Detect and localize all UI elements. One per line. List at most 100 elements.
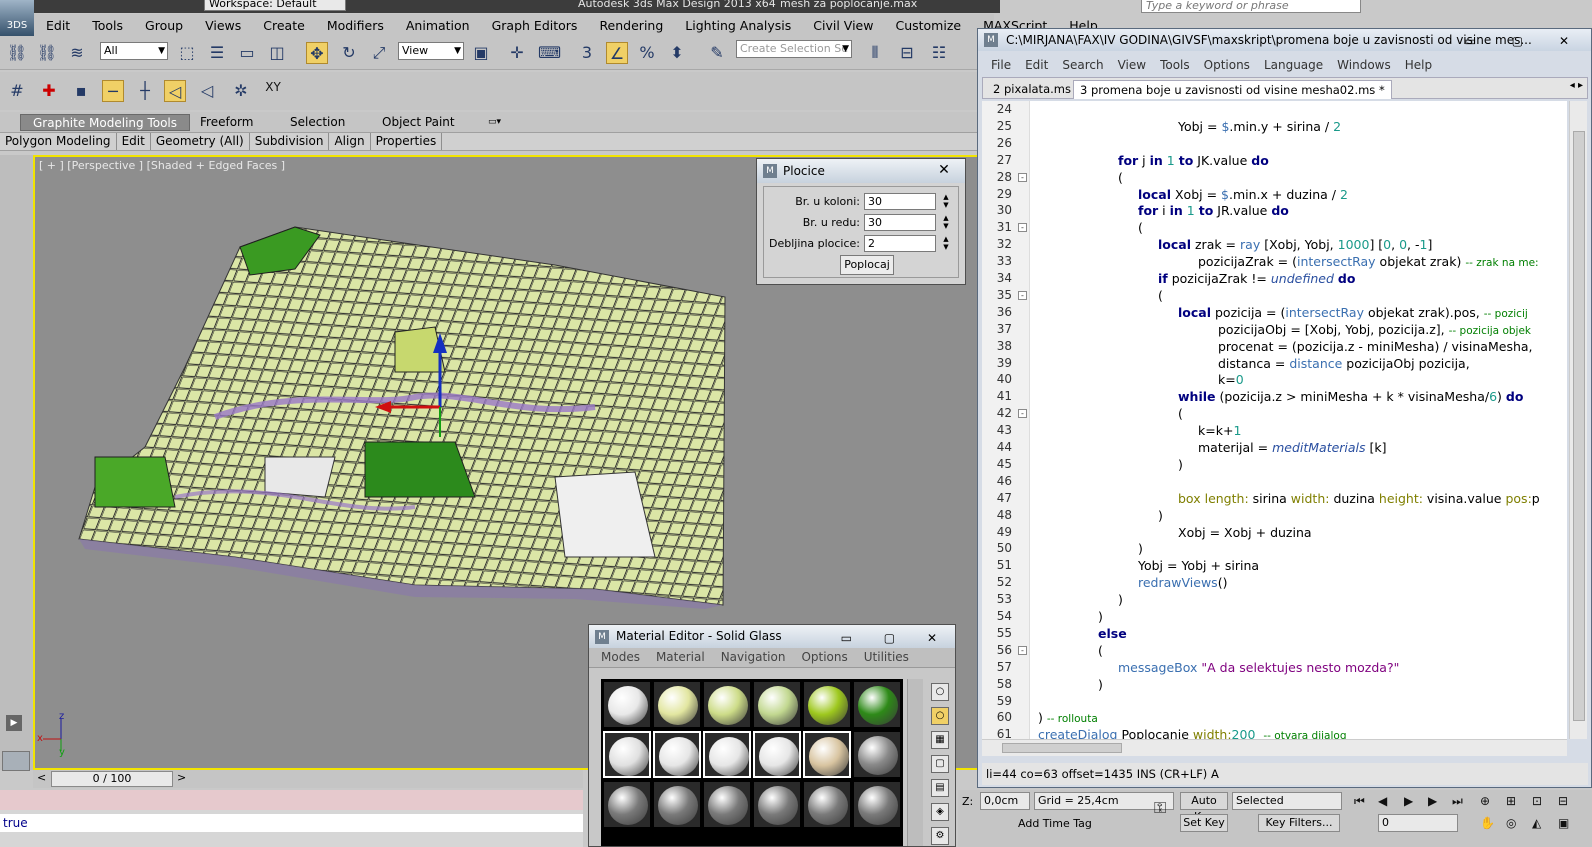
- spinner-icon[interactable]: ▲ ▼: [940, 193, 952, 210]
- next-frame-icon[interactable]: ▶: [1428, 794, 1437, 808]
- viewport-nav-icon[interactable]: [2, 751, 30, 771]
- debljina-plocice-input[interactable]: 2: [864, 235, 936, 252]
- select-and-move-icon[interactable]: ✥: [306, 42, 328, 64]
- pan-icon[interactable]: ✋: [1480, 816, 1495, 830]
- code-line[interactable]: 40 k=0: [982, 371, 1567, 388]
- code-line[interactable]: 46: [982, 473, 1567, 490]
- tab-pixalata[interactable]: 2 pixalata.ms: [987, 80, 1077, 98]
- menu-edit[interactable]: Edit: [34, 18, 80, 33]
- menu-options[interactable]: Options: [793, 648, 855, 667]
- code-line[interactable]: 29 local Xobj = $.min.x + duzina / 2: [982, 186, 1567, 203]
- select-and-rotate-icon[interactable]: ↻: [338, 42, 360, 64]
- goto-end-icon[interactable]: ⏭: [1452, 794, 1463, 809]
- menu-tools[interactable]: Tools: [1153, 55, 1197, 75]
- code-line[interactable]: 30 for i in 1 to JR.value do: [982, 202, 1567, 219]
- select-and-manipulate-icon[interactable]: ✛: [506, 42, 528, 64]
- midpoint-snap-icon[interactable]: ┼: [134, 80, 156, 102]
- maximize-viewport-icon[interactable]: ▣: [1558, 816, 1569, 830]
- menu-views[interactable]: Views: [193, 18, 251, 33]
- material-editor-title-bar[interactable]: M Material Editor - Solid Glass ▭ ▢ ✕: [589, 625, 955, 648]
- material-slot[interactable]: [753, 781, 801, 828]
- material-slot[interactable]: [803, 731, 851, 778]
- workspace-dropdown[interactable]: Workspace: Default: [204, 0, 346, 11]
- code-line[interactable]: 37 pozicijaObj = [Xobj, Yobj, pozicija.z]…: [982, 321, 1567, 338]
- code-line[interactable]: 52 redrawViews(): [982, 574, 1567, 591]
- panel-properties[interactable]: Properties: [371, 133, 443, 150]
- code-line[interactable]: 56- (: [982, 642, 1567, 659]
- menu-help[interactable]: Help: [1398, 55, 1439, 75]
- code-line[interactable]: 41 while (pozicija.z > miniMesha + k * vi…: [982, 388, 1567, 405]
- code-line[interactable]: 36 local pozicija = (intersectRay objekat…: [982, 304, 1567, 321]
- tab-scroll-icon[interactable]: ◂ ▸: [1570, 80, 1583, 91]
- material-slot[interactable]: [703, 681, 751, 728]
- zoom-icon[interactable]: ⊕: [1480, 794, 1490, 808]
- material-slot[interactable]: [753, 681, 801, 728]
- menu-edit[interactable]: Edit: [1018, 55, 1055, 75]
- code-line[interactable]: 42- (: [982, 405, 1567, 422]
- fold-toggle-icon[interactable]: -: [1018, 409, 1027, 419]
- pivot-snap-icon[interactable]: ✚: [38, 80, 60, 102]
- current-frame-field[interactable]: 0: [1378, 814, 1458, 832]
- material-slot[interactable]: [853, 731, 901, 778]
- named-selection-set-dropdown[interactable]: Create Selection Se ▼: [736, 40, 852, 58]
- add-time-tag-button[interactable]: Add Time Tag: [1018, 816, 1134, 834]
- menu-customize[interactable]: Customize: [883, 18, 971, 33]
- snap-options-icon[interactable]: ✲: [230, 80, 252, 102]
- menu-group[interactable]: Group: [133, 18, 193, 33]
- code-line[interactable]: 49 Xobj = Xobj + duzina: [982, 524, 1567, 541]
- tab-promena-boje[interactable]: 3 promena boje u zavisnosti od visine me…: [1073, 80, 1392, 99]
- menu-file[interactable]: File: [984, 55, 1018, 75]
- bind-spacewarp-icon[interactable]: ≋: [66, 42, 88, 64]
- material-slot[interactable]: [703, 731, 751, 778]
- menu-rendering[interactable]: Rendering: [587, 18, 673, 33]
- menu-navigation[interactable]: Navigation: [713, 648, 794, 667]
- play-small-icon[interactable]: ▶: [6, 715, 22, 731]
- pivot-center-icon[interactable]: ▣: [470, 42, 492, 64]
- menu-civil-view[interactable]: Civil View: [801, 18, 883, 33]
- select-and-scale-icon[interactable]: ⤢: [368, 42, 390, 64]
- material-slot[interactable]: [853, 781, 901, 828]
- material-slot[interactable]: [603, 731, 651, 778]
- menu-language[interactable]: Language: [1257, 55, 1330, 75]
- spinner-snap-icon[interactable]: ⬍: [666, 42, 688, 64]
- menu-utilities[interactable]: Utilities: [856, 648, 917, 667]
- key-icon[interactable]: ⚿: [1154, 798, 1166, 818]
- code-line[interactable]: 61 createDialog Poplocanje width:200 -- o…: [982, 726, 1567, 739]
- background-icon[interactable]: ▦: [931, 731, 949, 749]
- code-line[interactable]: 57 messageBox "A da selektujes nesto mozd…: [982, 659, 1567, 676]
- code-line[interactable]: 45): [982, 456, 1567, 473]
- dialog-title-bar[interactable]: M Plocice ✕: [757, 159, 965, 183]
- menu-animation[interactable]: Animation: [394, 18, 480, 33]
- listener-input-bar[interactable]: [0, 790, 583, 810]
- menu-windows[interactable]: Windows: [1330, 55, 1398, 75]
- make-preview-icon[interactable]: ◈: [931, 803, 949, 821]
- menu-options[interactable]: Options: [1197, 55, 1257, 75]
- align-icon[interactable]: ⊟: [896, 42, 918, 64]
- mirror-icon[interactable]: ⫴: [864, 42, 886, 64]
- app-logo-icon[interactable]: 3DS: [0, 0, 34, 38]
- ribbon-options-icon[interactable]: ▭▾: [476, 114, 513, 131]
- goto-start-icon[interactable]: ⏮: [1354, 794, 1365, 809]
- poplocaj-button[interactable]: Poplocaj: [840, 255, 894, 275]
- sample-uv-tiling-icon[interactable]: ▢: [931, 755, 949, 773]
- code-line[interactable]: 26: [982, 135, 1567, 152]
- code-line[interactable]: 58): [982, 676, 1567, 693]
- video-color-check-icon[interactable]: ▤: [931, 779, 949, 797]
- menu-graph-editors[interactable]: Graph Editors: [480, 18, 588, 33]
- coord-z-field[interactable]: 0,0cm: [980, 792, 1030, 810]
- set-key-button[interactable]: Set Key: [1180, 814, 1228, 832]
- panel-geometry-all[interactable]: Geometry (All): [151, 133, 250, 150]
- key-selection-dropdown[interactable]: Selected: [1232, 792, 1342, 810]
- fold-toggle-icon[interactable]: -: [1018, 223, 1027, 233]
- material-slot[interactable]: [803, 781, 851, 828]
- code-line[interactable]: 32 local zrak = ray [Xobj, Yobj, 1000] [0…: [982, 236, 1567, 253]
- endpoint-snap-icon[interactable]: ─: [102, 80, 124, 102]
- code-line[interactable]: 54): [982, 608, 1567, 625]
- field-of-view-icon[interactable]: ◭: [1532, 816, 1541, 830]
- material-slot[interactable]: [703, 781, 751, 828]
- menu-search[interactable]: Search: [1055, 55, 1110, 75]
- code-line[interactable]: 38 procenat = (pozicija.z - miniMesha) / …: [982, 338, 1567, 355]
- horizontal-scrollbar[interactable]: [982, 739, 1567, 756]
- angle-snap-icon[interactable]: ∠: [606, 42, 628, 64]
- tab-graphite-modeling-tools[interactable]: Graphite Modeling Tools: [20, 114, 191, 131]
